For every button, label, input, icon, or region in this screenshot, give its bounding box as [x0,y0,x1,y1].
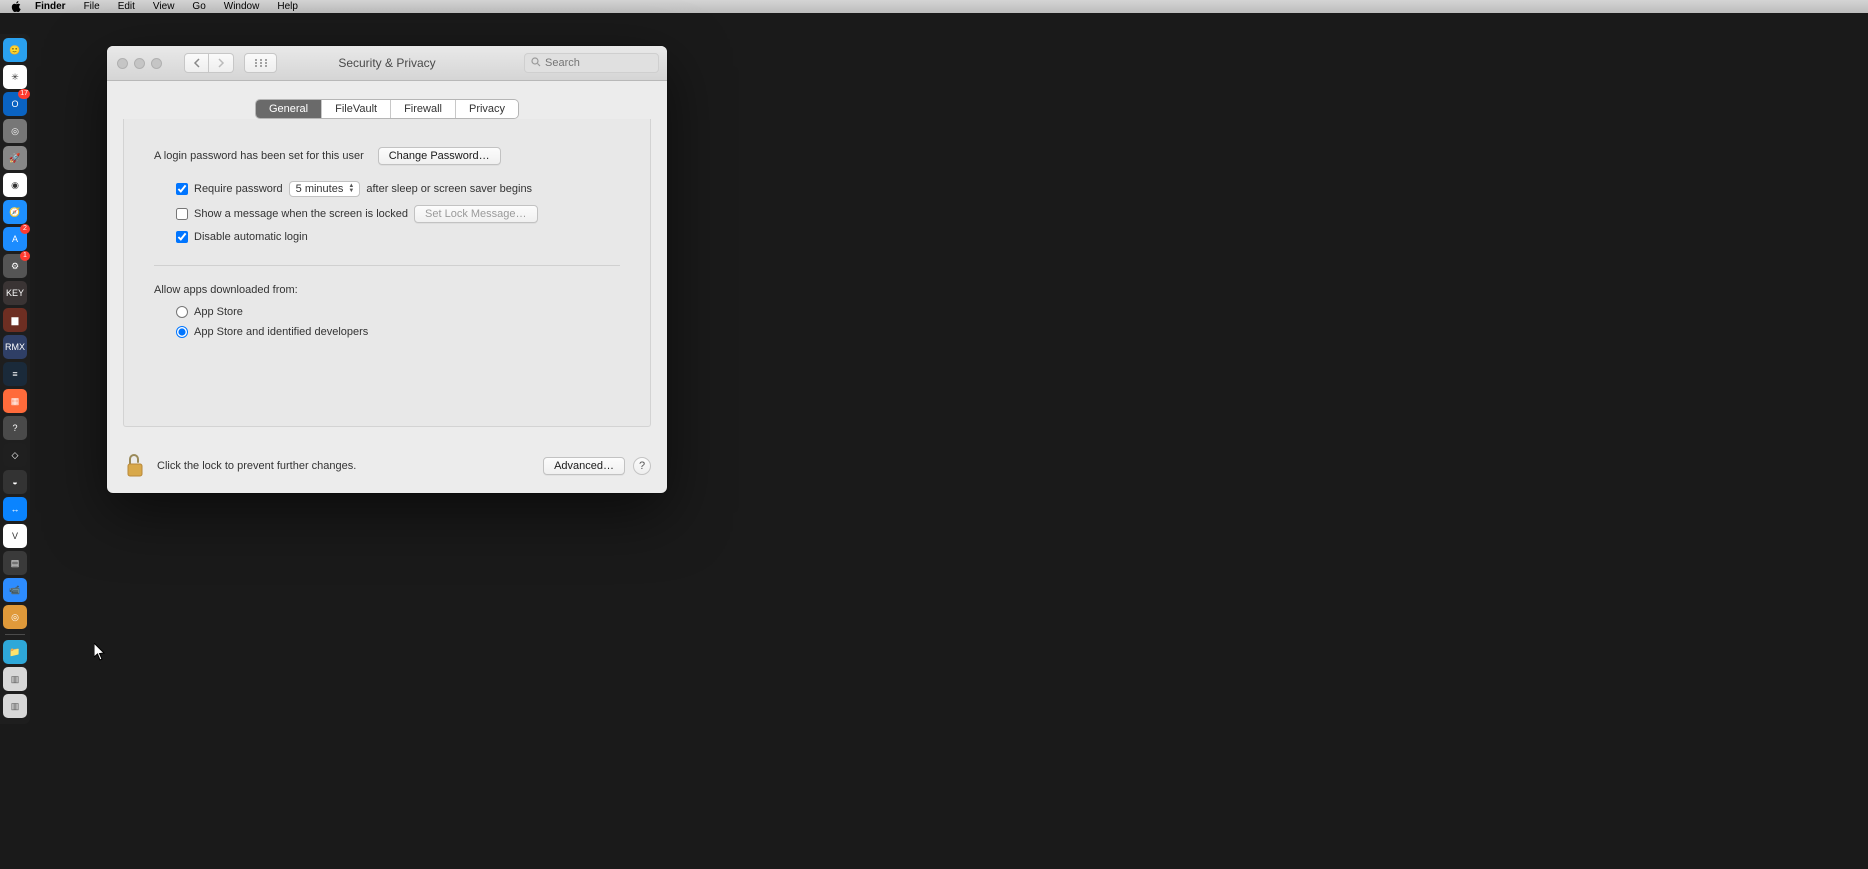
dock: 🙂 ✳︎ O17 ◎ 🚀 ◉ 🧭 A2 ⚙︎1 KEY ▆ RMX ≡ ▦? ◇ ◒ ↔ V ▤ 📹 ◎ 📁 ▥ ▥ [0,34,30,724]
dock-badge: 2 [20,224,30,234]
dock-icon-systempreferences[interactable]: ⚙︎1 [3,254,27,278]
close-button[interactable] [117,58,128,69]
dock-icon-notes[interactable]: ▤ [3,551,27,575]
require-password-delay-select[interactable]: 5 minutes ▲▼ [289,181,361,197]
general-panel: A login password has been set for this u… [123,119,651,427]
menubar-item-edit[interactable]: Edit [118,1,135,12]
search-field[interactable] [524,53,659,73]
dock-icon-appstore[interactable]: A2 [3,227,27,251]
tab-filevault[interactable]: FileVault [322,100,391,118]
forward-button[interactable] [209,53,234,73]
dock-icon-safari-gray[interactable]: ◎ [3,119,27,143]
dock-icon-finder[interactable]: 🙂 [3,38,27,62]
allow-identified-radio[interactable] [176,326,188,338]
tab-general[interactable]: General [256,100,322,118]
dock-icon-pages[interactable]: ▥ [3,667,27,691]
change-password-button[interactable]: Change Password… [378,147,501,165]
dock-icon-outlook[interactable]: O17 [3,92,27,116]
allow-appstore-label: App Store [194,306,243,318]
help-button[interactable]: ? [633,457,651,475]
dock-icon-omni[interactable]: ≡ [3,362,27,386]
titlebar[interactable]: Security & Privacy [107,46,667,81]
dock-icon-slack[interactable]: ✳︎ [3,65,27,89]
menubar-item-view[interactable]: View [153,1,175,12]
menubar-app-name[interactable]: Finder [35,1,66,12]
separator [154,265,620,266]
dock-icon-doc[interactable]: ▥ [3,694,27,718]
login-password-text: A login password has been set for this u… [154,150,364,162]
search-input[interactable] [545,57,652,69]
allow-apps-label: Allow apps downloaded from: [154,284,620,296]
require-password-delay-value: 5 minutes [296,183,344,195]
show-all-button[interactable] [244,53,277,73]
menubar-item-go[interactable]: Go [192,1,205,12]
dock-icon-figma[interactable]: ▦ [3,389,27,413]
nav-buttons [184,53,234,73]
dock-icon-launchpad[interactable]: 🚀 [3,146,27,170]
after-sleep-label: after sleep or screen saver begins [366,183,532,195]
dock-icon-help[interactable]: ? [3,416,27,440]
require-password-checkbox[interactable] [176,183,188,195]
show-message-checkbox[interactable] [176,208,188,220]
menubar-item-help[interactable]: Help [277,1,298,12]
dock-icon-chrome[interactable]: ◉ [3,173,27,197]
allow-identified-label: App Store and identified developers [194,326,368,338]
menubar-item-file[interactable]: File [84,1,100,12]
allow-appstore-radio[interactable] [176,306,188,318]
menubar: Finder File Edit View Go Window Help [0,0,1868,13]
dock-icon-v-app[interactable]: V [3,524,27,548]
back-button[interactable] [184,53,209,73]
dock-icon-folder[interactable]: 📁 [3,640,27,664]
lock-text: Click the lock to prevent further change… [157,460,356,472]
dock-icon-protools[interactable]: ◒ [3,470,27,494]
zoom-button[interactable] [151,58,162,69]
dock-badge: 1 [20,251,30,261]
dock-divider [5,634,26,635]
dock-icon-teamviewer[interactable]: ↔ [3,497,27,521]
lock-icon[interactable] [123,453,149,479]
set-lock-message-button[interactable]: Set Lock Message… [414,205,538,223]
dock-icon-key[interactable]: KEY [3,281,27,305]
dock-icon-preview[interactable]: ◎ [3,605,27,629]
disable-auto-login-label: Disable automatic login [194,231,308,243]
menubar-item-window[interactable]: Window [224,1,260,12]
dock-icon-rmx[interactable]: RMX [3,335,27,359]
footer: Click the lock to prevent further change… [107,443,667,493]
search-icon [531,57,541,70]
apple-menu-icon[interactable] [10,1,21,12]
security-privacy-window: Security & Privacy GeneralFileVaultFirew… [107,46,667,493]
dock-icon-zoom[interactable]: 📹 [3,578,27,602]
dock-icon-dropbox[interactable]: ◇ [3,443,27,467]
require-password-label: Require password [194,183,283,195]
traffic-lights [117,58,162,69]
tab-privacy[interactable]: Privacy [456,100,518,118]
disable-auto-login-checkbox[interactable] [176,231,188,243]
minimize-button[interactable] [134,58,145,69]
dock-badge: 17 [18,89,30,99]
advanced-button[interactable]: Advanced… [543,457,625,475]
dock-icon-safari[interactable]: 🧭 [3,200,27,224]
tab-bar: GeneralFileVaultFirewallPrivacy [107,81,667,119]
select-arrows-icon: ▲▼ [345,182,357,196]
tab-firewall[interactable]: Firewall [391,100,456,118]
dock-icon-trilian[interactable]: ▆ [3,308,27,332]
cursor-icon [94,643,106,661]
show-message-label: Show a message when the screen is locked [194,208,408,220]
